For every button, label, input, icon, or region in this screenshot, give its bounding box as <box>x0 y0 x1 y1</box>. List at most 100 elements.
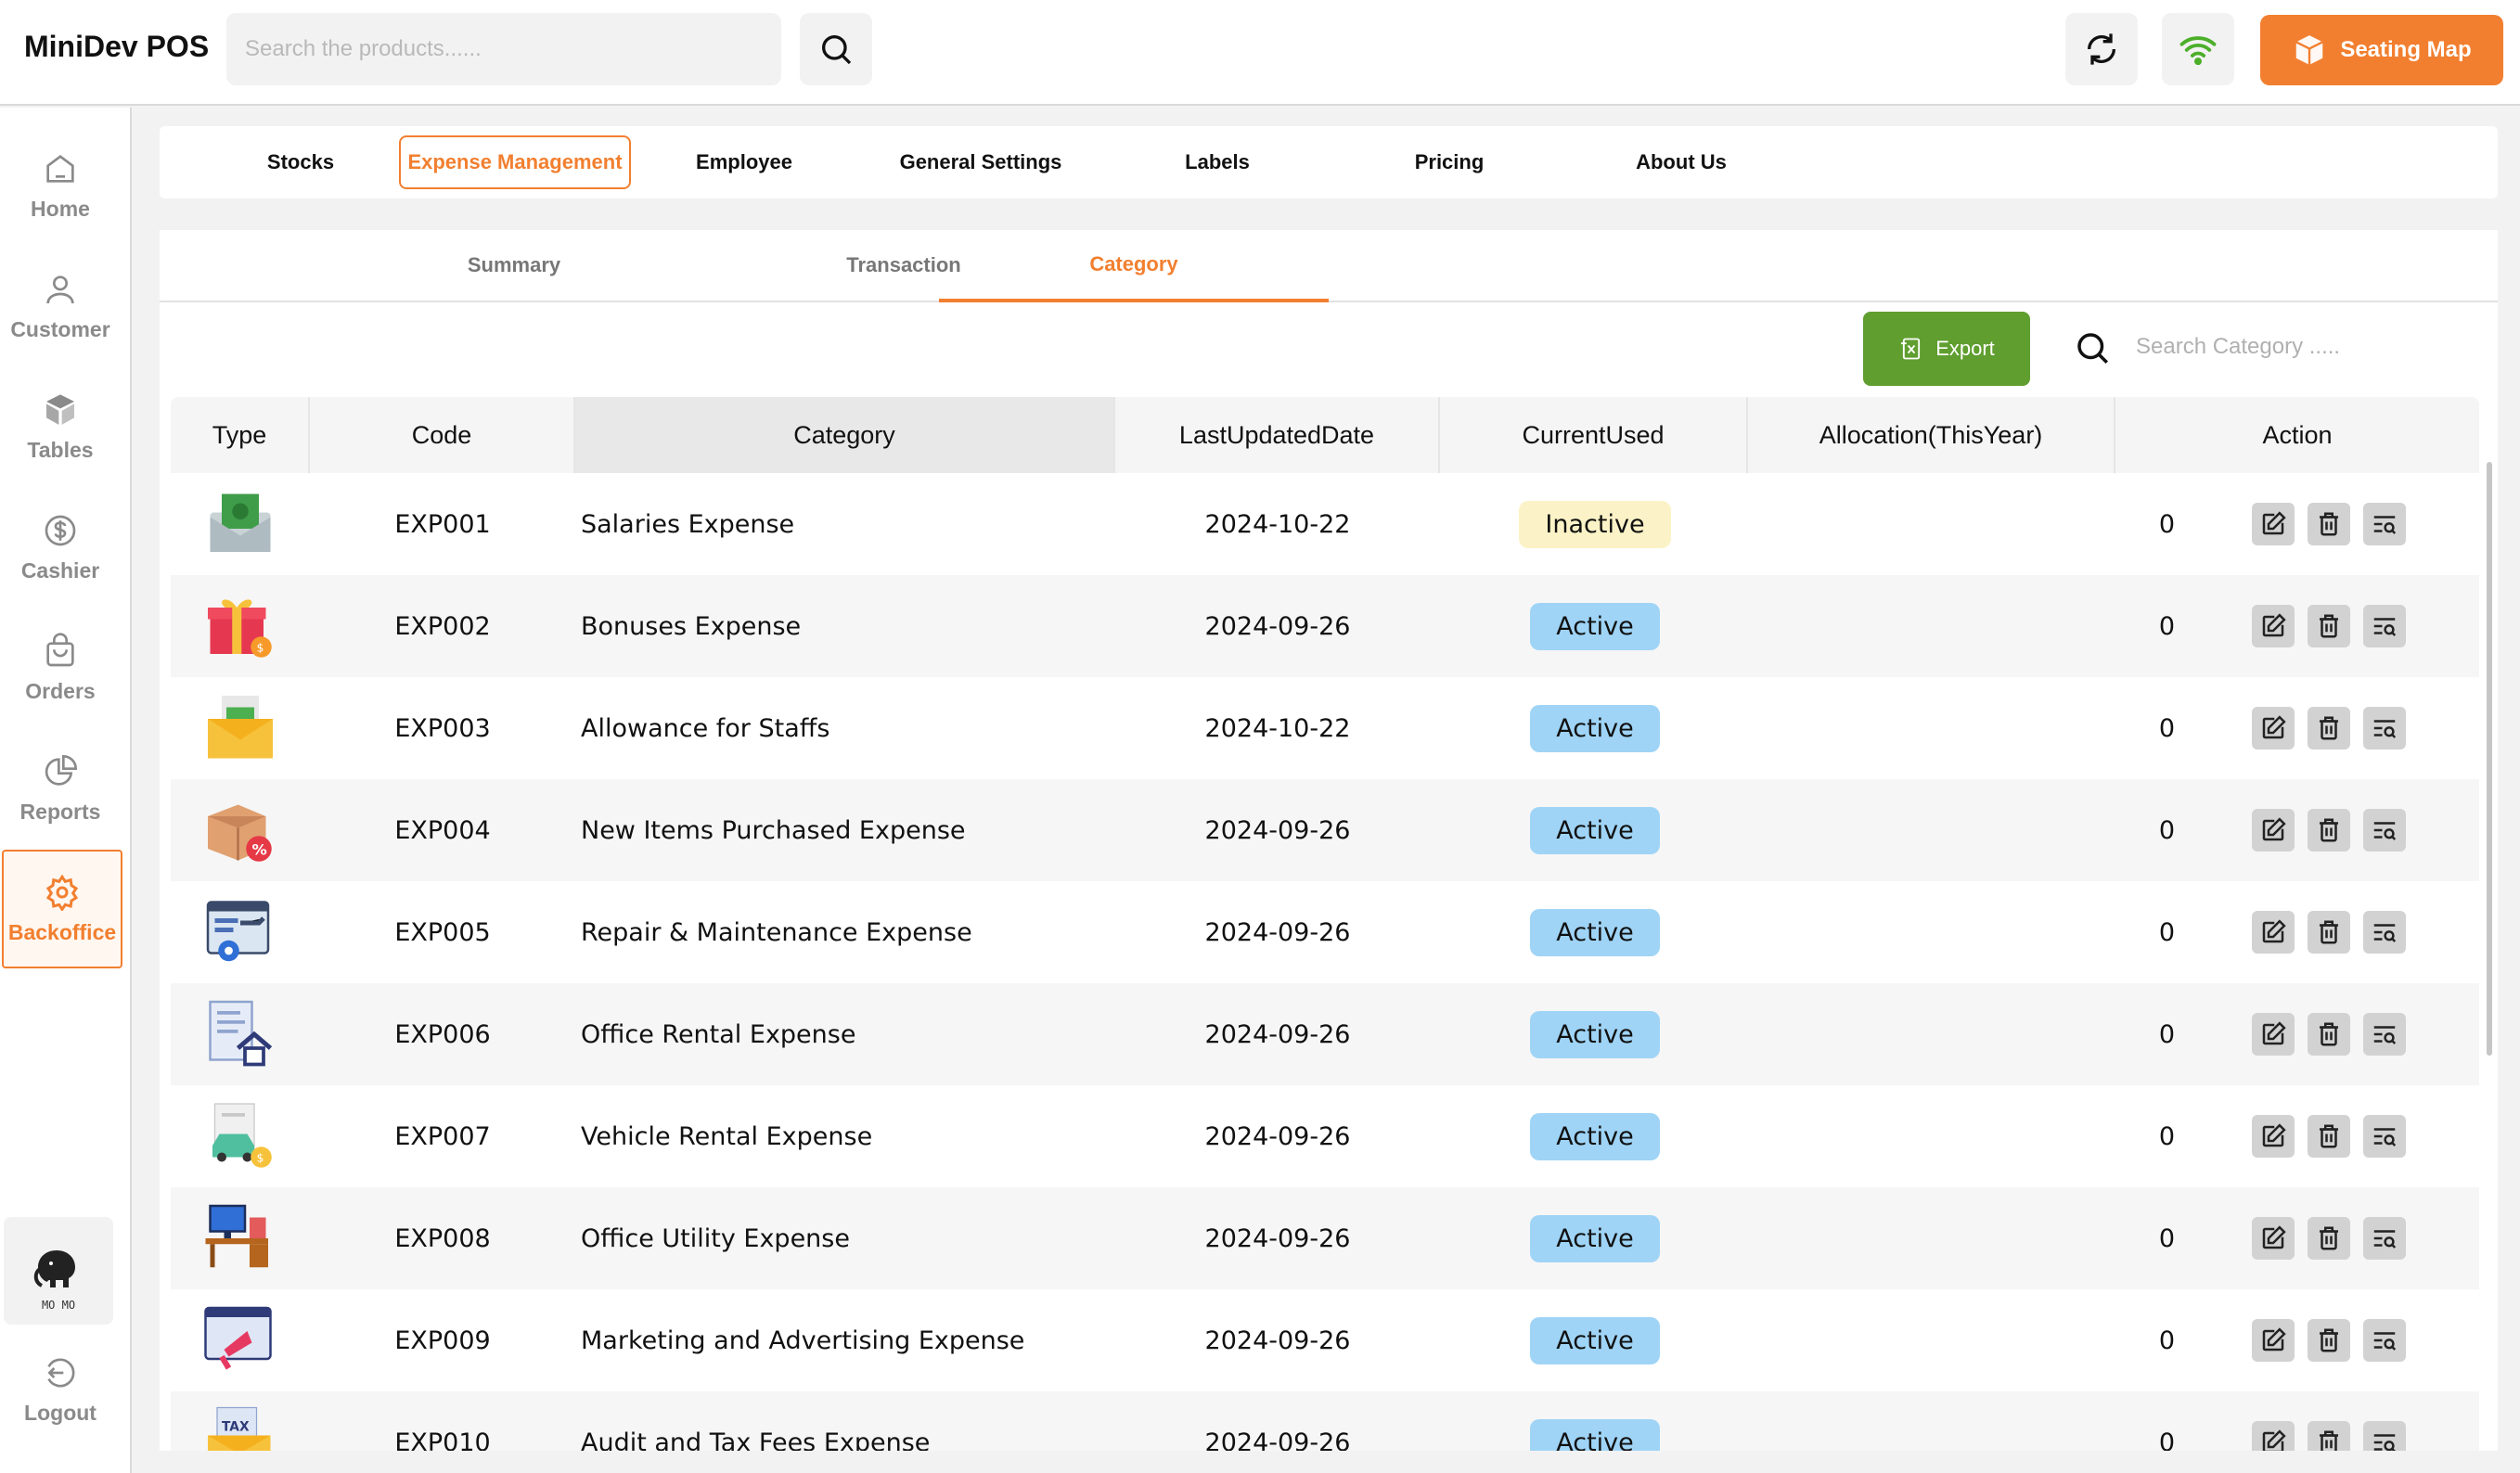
column-header[interactable]: Action <box>2115 397 2479 473</box>
main-tab-bar: Stocks Expense Management Employee Gener… <box>160 126 2498 199</box>
edit-button[interactable] <box>2252 1421 2295 1451</box>
delete-button[interactable] <box>2308 809 2350 852</box>
code-cell: EXP006 <box>394 1019 491 1049</box>
status-cell: Active <box>1442 677 1748 779</box>
vertical-scrollbar[interactable] <box>2487 462 2492 1056</box>
column-header[interactable]: Category <box>575 397 1115 473</box>
tab-category[interactable]: Category <box>939 230 1329 302</box>
column-header[interactable]: Type <box>171 397 310 473</box>
delete-button[interactable] <box>2308 503 2350 545</box>
trash-icon <box>2320 1328 2338 1352</box>
avatar[interactable]: MO MO <box>4 1217 113 1325</box>
edit-button[interactable] <box>2252 1319 2295 1362</box>
sidebar-item-orders[interactable]: Orders <box>0 608 121 727</box>
table-row[interactable]: $ EXP002 Bonuses Expense 2024-09-26 Active 0 <box>171 575 2479 677</box>
edit-icon <box>2262 715 2286 739</box>
logout-icon <box>47 1358 75 1387</box>
sidebar-item-label: Home <box>31 196 90 221</box>
delete-button[interactable] <box>2308 605 2350 647</box>
column-header[interactable]: Allocation(ThisYear) <box>1748 397 2115 473</box>
trash-icon <box>2320 716 2338 740</box>
table-row[interactable]: $ EXP007 Vehicle Rental Expense 2024-09-26 A… <box>171 1085 2479 1187</box>
action-cell <box>2208 1391 2449 1451</box>
edit-button[interactable] <box>2252 1115 2295 1158</box>
delete-button[interactable] <box>2308 1319 2350 1362</box>
sub-tab-bar: Summary Transaction Category <box>160 230 2498 302</box>
product-search-input[interactable] <box>226 13 781 85</box>
tab-pricing[interactable]: Pricing <box>1375 135 1524 189</box>
category-search-input[interactable] <box>2136 321 2414 373</box>
sidebar-item-tables[interactable]: Tables <box>0 367 121 486</box>
seating-map-button[interactable]: Seating Map <box>2260 15 2503 85</box>
table-row[interactable]: EXP008 Office Utility Expense 2024-09-26 Ac… <box>171 1187 2479 1289</box>
edit-button[interactable] <box>2252 707 2295 749</box>
tab-expense-management[interactable]: Expense Management <box>399 135 631 189</box>
sidebar-item-cashier[interactable]: Cashier <box>0 488 121 607</box>
edit-button[interactable] <box>2252 1013 2295 1056</box>
category-cell: Audit and Tax Fees Expense <box>581 1428 931 1452</box>
table-row[interactable]: EXP003 Allowance for Staffs 2024-10-22 Acti… <box>171 677 2479 779</box>
sidebar-item-home[interactable]: Home <box>0 126 121 245</box>
tab-labels[interactable]: Labels <box>1143 135 1292 189</box>
allocation-cell: 0 <box>2158 1223 2175 1253</box>
delete-button[interactable] <box>2308 1115 2350 1158</box>
view-details-button[interactable] <box>2363 1217 2406 1260</box>
edit-button[interactable] <box>2252 809 2295 852</box>
column-header[interactable]: LastUpdatedDate <box>1115 397 1440 473</box>
column-header[interactable]: Code <box>310 397 575 473</box>
tab-about-us[interactable]: About Us <box>1607 135 1755 189</box>
allocation-cell: 0 <box>2158 611 2175 641</box>
sync-button[interactable] <box>2065 13 2138 85</box>
table-row[interactable]: EXP006 Office Rental Expense 2024-09-26 Act… <box>171 983 2479 1085</box>
view-details-button[interactable] <box>2363 707 2406 749</box>
edit-icon <box>2262 1429 2286 1451</box>
table-row[interactable]: EXP001 Salaries Expense 2024-10-22 Inactive… <box>171 473 2479 575</box>
pie-chart-icon <box>45 754 78 786</box>
table-row[interactable]: % EXP004 New Items Purchased Expense 2024-0… <box>171 779 2479 881</box>
edit-button[interactable] <box>2252 503 2295 545</box>
edit-button[interactable] <box>2252 911 2295 954</box>
sidebar-item-reports[interactable]: Reports <box>0 729 121 848</box>
edit-button[interactable] <box>2252 1217 2295 1260</box>
export-button[interactable]: Export <box>1863 312 2030 386</box>
category-cell: Allowance for Staffs <box>581 713 830 743</box>
tab-general-settings[interactable]: General Settings <box>865 135 1097 189</box>
delete-button[interactable] <box>2308 1013 2350 1056</box>
sidebar-item-customer[interactable]: Customer <box>0 247 121 365</box>
box-discount-icon: % <box>208 804 272 862</box>
wifi-status-button[interactable] <box>2162 13 2234 85</box>
date-cell: 2024-09-26 <box>1204 815 1351 845</box>
tab-stocks[interactable]: Stocks <box>226 135 375 189</box>
code-cell: EXP008 <box>394 1223 491 1253</box>
tab-summary[interactable]: Summary <box>319 230 709 301</box>
sidebar-item-label: Cashier <box>20 557 100 583</box>
sidebar-item-backoffice[interactable]: Backoffice <box>2 850 122 968</box>
delete-button[interactable] <box>2308 707 2350 749</box>
view-details-button[interactable] <box>2363 503 2406 545</box>
logout-button[interactable]: Logout <box>0 1330 121 1449</box>
tab-employee[interactable]: Employee <box>670 135 818 189</box>
delete-button[interactable] <box>2308 1217 2350 1260</box>
sidebar: Home Customer Tables Cashier Orders Repo… <box>0 108 132 1473</box>
table-row[interactable]: EXP005 Repair & Maintenance Expense 2024-0… <box>171 881 2479 983</box>
allocation-cell: 0 <box>2158 1121 2175 1151</box>
table-row[interactable]: EXP009 Marketing and Advertising Expense 2… <box>171 1289 2479 1391</box>
table-header: Type Code Category LastUpdatedDate Curre… <box>171 397 2479 473</box>
edit-button[interactable] <box>2252 605 2295 647</box>
delete-button[interactable] <box>2308 1421 2350 1451</box>
delete-button[interactable] <box>2308 911 2350 954</box>
view-details-button[interactable] <box>2363 1115 2406 1158</box>
view-details-button[interactable] <box>2363 605 2406 647</box>
code-cell: EXP009 <box>394 1326 491 1355</box>
allocation-cell: 0 <box>2158 713 2175 743</box>
view-details-button[interactable] <box>2363 911 2406 954</box>
column-header[interactable]: CurrentUsed <box>1440 397 1748 473</box>
table-row[interactable]: TAX EXP010 Audit and Tax Fees Expense 2024-… <box>171 1391 2479 1451</box>
search-button[interactable] <box>800 13 872 85</box>
view-details-button[interactable] <box>2363 809 2406 852</box>
trash-icon <box>2320 920 2338 944</box>
view-details-button[interactable] <box>2363 1013 2406 1056</box>
view-details-button[interactable] <box>2363 1421 2406 1451</box>
car-coin-icon: $ <box>212 1103 272 1168</box>
view-details-button[interactable] <box>2363 1319 2406 1362</box>
